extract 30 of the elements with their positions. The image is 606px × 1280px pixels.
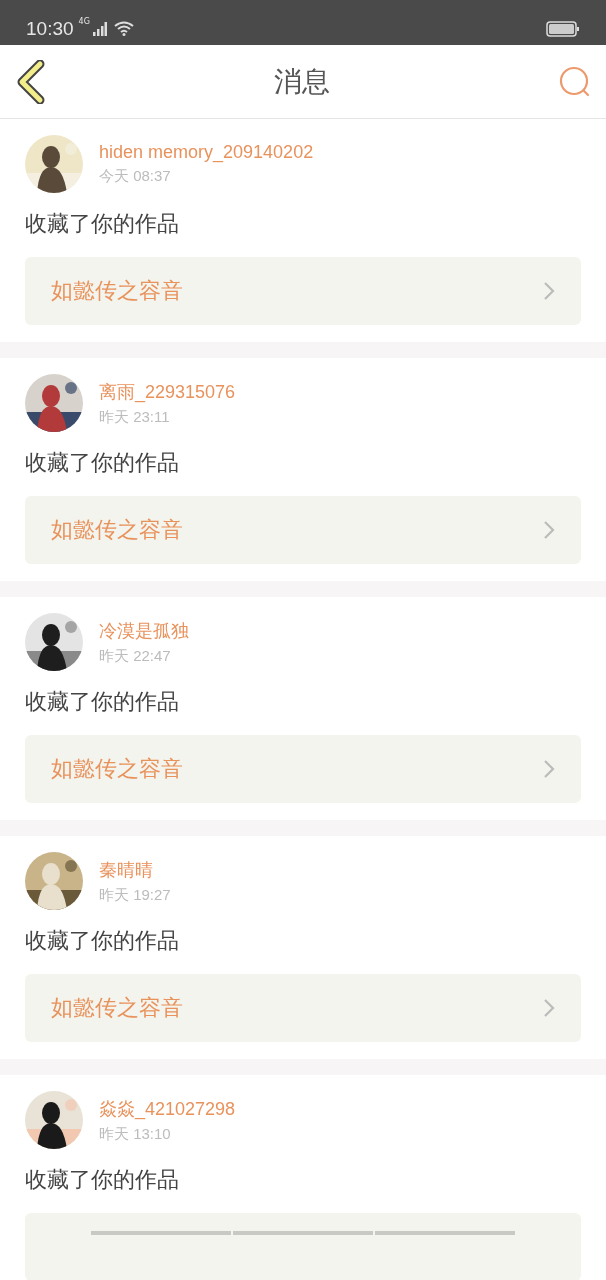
user-name[interactable]: 焱焱_421027298	[99, 1096, 236, 1121]
back-button[interactable]	[16, 59, 46, 104]
message-time: 昨天 13:10	[99, 1124, 172, 1144]
chevron-icon	[543, 520, 555, 540]
chevron-icon	[543, 281, 555, 301]
user-name[interactable]: 冷漠是孤独	[99, 618, 189, 643]
message-text: 收藏了你的作品	[25, 449, 180, 477]
work-link[interactable]: 如懿传之容音	[25, 974, 581, 1042]
work-link[interactable]: 如懿传之容音	[25, 735, 581, 803]
chevron-icon	[543, 759, 555, 779]
work-link[interactable]: 如懿传之容音	[25, 496, 581, 564]
message-text: 收藏了你的作品	[25, 927, 180, 955]
user-name[interactable]: hiden memory_209140202	[99, 142, 314, 163]
message-time: 昨天 22:47	[99, 646, 172, 666]
message-text: 收藏了你的作品	[25, 210, 180, 238]
work-link[interactable]: 如懿传之容音	[25, 257, 581, 325]
user-name[interactable]: 秦晴晴	[99, 857, 171, 882]
message-text: 收藏了你的作品	[25, 1166, 180, 1194]
message-time: 昨天 19:27	[99, 885, 171, 905]
status-time: 10:30	[26, 17, 74, 41]
message-time: 今天 08:37	[99, 167, 172, 186]
wifi-icon	[113, 21, 134, 36]
battery-icon	[546, 21, 580, 37]
message-time: 昨天 23:11	[99, 407, 171, 427]
message-text: 收藏了你的作品	[25, 688, 180, 716]
page-title: 消息	[274, 63, 330, 100]
chevron-icon	[543, 998, 555, 1018]
network-label: 4G	[78, 17, 90, 26]
user-name[interactable]: 离雨_229315076	[99, 379, 236, 404]
signal-icon	[92, 22, 107, 36]
